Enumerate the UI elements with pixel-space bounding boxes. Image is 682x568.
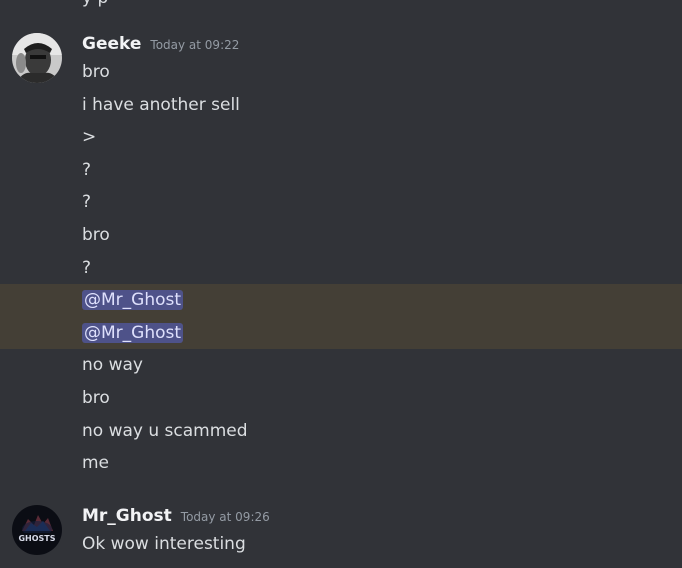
- message-text: bro: [82, 225, 110, 245]
- message-line[interactable]: no way u scammed: [0, 415, 682, 448]
- message-text: me: [82, 453, 110, 474]
- message-text: >: [82, 127, 97, 148]
- message-text: ?: [82, 192, 92, 213]
- message-text: Ok wow interesting: [82, 534, 246, 554]
- message-line[interactable]: i have another sell: [0, 89, 682, 122]
- message-text: bro: [82, 62, 110, 82]
- message-text: ?: [82, 159, 92, 180]
- user-mention[interactable]: @Mr_Ghost: [82, 290, 184, 311]
- username[interactable]: Mr_Ghost: [82, 506, 172, 526]
- username[interactable]: Geeke: [82, 34, 141, 54]
- message-text: bro: [82, 388, 110, 408]
- timestamp[interactable]: Today at 09:22: [150, 38, 239, 52]
- message-line[interactable]: bro: [0, 56, 682, 89]
- message-line[interactable]: ?: [0, 186, 682, 219]
- message-line[interactable]: no way: [0, 349, 682, 382]
- message-header: Mr_Ghost Today at 09:26: [82, 506, 270, 526]
- message-line[interactable]: Ok wow interesting: [0, 528, 682, 561]
- message-line[interactable]: ?: [0, 154, 682, 187]
- timestamp[interactable]: Today at 09:26: [181, 510, 270, 524]
- message-text: no way: [82, 355, 143, 376]
- message-line-mention-highlighted[interactable]: @Mr_Ghost: [0, 284, 682, 317]
- user-mention[interactable]: @Mr_Ghost: [82, 322, 184, 343]
- message-text: ?: [82, 257, 92, 278]
- message-line[interactable]: me: [0, 447, 682, 480]
- message-line[interactable]: bro: [0, 382, 682, 415]
- previous-message-fragment: y p: [82, 0, 108, 8]
- message-text: @Mr_Ghost: [82, 289, 184, 311]
- message-line[interactable]: >: [0, 121, 682, 154]
- message-text: @Mr_Ghost: [82, 322, 184, 344]
- message-text: no way u scammed: [82, 420, 248, 441]
- message-line[interactable]: ?: [0, 252, 682, 285]
- message-line[interactable]: bro: [0, 219, 682, 252]
- message-line-mention-highlighted[interactable]: @Mr_Ghost: [0, 316, 682, 350]
- message-text: i have another sell: [82, 94, 240, 115]
- message-header: Geeke Today at 09:22: [82, 34, 239, 54]
- chat-messages-area: y p Geeke Today at 09:22 bro i have anot…: [0, 0, 682, 568]
